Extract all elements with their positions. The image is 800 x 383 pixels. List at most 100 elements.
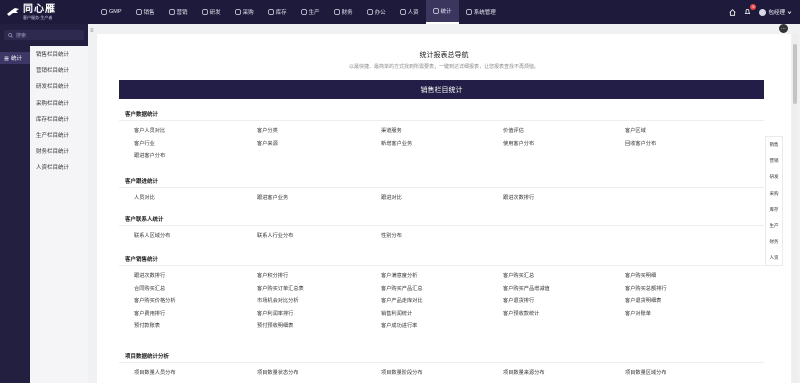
nav-item-0[interactable]: GMP <box>94 0 129 24</box>
nav-item-9[interactable]: 人资 <box>393 0 426 24</box>
report-link[interactable]: 项目数量区域分布 <box>625 369 667 376</box>
report-link[interactable]: 使用客户分布 <box>503 140 534 147</box>
report-link[interactable]: 销售利润统计 <box>381 310 412 317</box>
sidebar-item-statistics[interactable]: 统计 <box>0 52 30 64</box>
notification-badge: 9 <box>750 3 757 10</box>
report-link[interactable]: 客户购买明细 <box>625 272 656 279</box>
cart-icon <box>234 9 241 15</box>
divider <box>119 265 764 266</box>
report-link[interactable]: 客户预收款统计 <box>503 310 539 317</box>
scrollbar-thumb[interactable] <box>793 44 797 104</box>
nav-item-label: 生产 <box>308 10 320 16</box>
quicknav-item-5[interactable]: 生产 <box>766 218 782 234</box>
quicknav-item-0[interactable]: 销售 <box>766 137 782 153</box>
collapse-sidebar-icon[interactable]: ≡ <box>90 28 96 34</box>
quicknav-item-1[interactable]: 营销 <box>766 153 782 169</box>
report-link[interactable]: 客户成功进行率 <box>381 322 417 329</box>
quicknav-item-4[interactable]: 库存 <box>766 202 782 218</box>
chart-icon <box>135 9 142 15</box>
report-link[interactable]: 性别分布 <box>381 232 402 239</box>
report-link[interactable]: 客户对账单 <box>625 310 651 317</box>
sidebar-search-placeholder: 搜索 <box>16 32 27 39</box>
search-icon <box>8 32 13 38</box>
nav-item-label: 系统管理 <box>473 10 496 16</box>
report-link[interactable]: 项目数量来源分布 <box>503 369 545 376</box>
report-link[interactable]: 跟进对比 <box>381 194 402 201</box>
report-link[interactable]: 客户来源 <box>257 140 278 147</box>
quicknav-item-2[interactable]: 研发 <box>766 169 782 185</box>
report-link[interactable]: 客户行业 <box>134 140 155 147</box>
report-link[interactable]: 跟进次数排行 <box>503 194 534 201</box>
nav-item-8[interactable]: 办公 <box>360 0 393 24</box>
report-link[interactable]: 渠道服务 <box>381 127 402 134</box>
report-link[interactable]: 客户满意度分析 <box>381 272 417 279</box>
report-link[interactable]: 联系人区域分布 <box>134 232 170 239</box>
sidebar-subitem-6[interactable]: 财务栏目统计 <box>30 143 88 159</box>
app-logo[interactable]: 同心雁 客户服务·生产者 <box>0 0 88 24</box>
report-link[interactable]: 客户分类 <box>257 127 278 134</box>
nav-item-6[interactable]: 生产 <box>294 0 327 24</box>
notification-bell[interactable]: 9 <box>744 3 757 17</box>
sidebar-subitem-4[interactable]: 库存栏目统计 <box>30 111 88 127</box>
nav-item-4[interactable]: 采购 <box>228 0 261 24</box>
report-link[interactable]: 客户购买订单汇总表 <box>257 285 304 292</box>
report-link[interactable]: 跟进客户分布 <box>134 152 165 159</box>
report-link[interactable]: 联系人行业分布 <box>257 232 293 239</box>
report-link[interactable]: 客户人员对比 <box>134 127 165 134</box>
user-menu[interactable]: 包经理 <box>759 8 792 16</box>
report-link[interactable]: 项目数量人员分布 <box>134 369 176 376</box>
sidebar-subitem-1[interactable]: 营销栏目统计 <box>30 62 88 78</box>
report-link[interactable]: 预付款账表 <box>134 322 160 329</box>
report-link[interactable]: 客户购买产品汇总 <box>381 285 423 292</box>
sidebar-subitem-0[interactable]: 销售栏目统计 <box>30 46 88 62</box>
report-link[interactable]: 新增客户业务 <box>381 140 412 147</box>
report-link[interactable]: 市场机会对比分析 <box>257 297 299 304</box>
report-link[interactable]: 客户费用排行 <box>134 310 165 317</box>
report-link[interactable]: 跟进次数排行 <box>134 272 165 279</box>
sidebar-subitem-2[interactable]: 研发栏目统计 <box>30 78 88 94</box>
quicknav-item-6[interactable]: 财务 <box>766 234 782 250</box>
sidebar-subitem-7[interactable]: 人资栏目统计 <box>30 159 88 175</box>
nav-item-11[interactable]: 系统管理 <box>459 0 503 24</box>
report-link[interactable]: 客户利润率排行 <box>257 310 293 317</box>
report-link[interactable]: 人员对比 <box>134 194 155 201</box>
report-link[interactable]: 合同购买汇总 <box>134 285 165 292</box>
logo-subtitle: 客户服务·生产者 <box>23 14 53 20</box>
nav-item-10[interactable]: 统计 <box>425 0 459 24</box>
sidebar-search-input[interactable]: 搜索 <box>4 30 84 40</box>
report-link[interactable]: 客户区域 <box>625 127 646 134</box>
quick-nav: 销售 营销 研发 采购 库存 生产 财务 人资 <box>765 136 783 266</box>
report-link[interactable]: 项目数量状态分布 <box>257 369 299 376</box>
report-link[interactable]: 客户购买价格分析 <box>134 297 176 304</box>
report-link[interactable]: 项目数量阶段分布 <box>381 369 423 376</box>
money-icon <box>333 9 340 15</box>
sidebar-subitem-5[interactable]: 生产栏目统计 <box>30 127 88 143</box>
nav-item-7[interactable]: 财务 <box>327 0 360 24</box>
nav-item-5[interactable]: 库存 <box>261 0 294 24</box>
report-link[interactable]: 客户购买汇总 <box>503 272 534 279</box>
list-icon <box>4 56 9 60</box>
nav-item-3[interactable]: 研发 <box>195 0 228 24</box>
report-link[interactable]: 客户购买产品增减值 <box>503 285 550 292</box>
report-link[interactable]: 价值评估 <box>503 127 524 134</box>
more-options-button[interactable]: ⋯ <box>779 24 788 33</box>
scrollbar[interactable] <box>792 34 798 383</box>
report-link[interactable]: 客户产品走库对比 <box>381 297 423 304</box>
report-link[interactable]: 客户退货排行 <box>503 297 534 304</box>
report-link[interactable]: 回收客户分布 <box>625 140 656 147</box>
report-link[interactable]: 客户积分排行 <box>257 272 288 279</box>
folder-icon <box>366 9 373 15</box>
nav-item-2[interactable]: 营销 <box>162 0 195 24</box>
report-link[interactable]: 客户购买总额排行 <box>625 285 667 292</box>
bar-icon <box>168 9 175 15</box>
report-link[interactable]: 预付预收明细表 <box>257 322 293 329</box>
report-link[interactable]: 客户退货明细表 <box>625 297 661 304</box>
nav-item-1[interactable]: 销售 <box>129 0 162 24</box>
report-link[interactable]: 跟进客户业务 <box>257 194 288 201</box>
sidebar-subitem-3[interactable]: 采购栏目统计 <box>30 95 88 111</box>
quicknav-item-7[interactable]: 人资 <box>766 250 782 266</box>
home-icon[interactable] <box>729 8 737 16</box>
nav-item-label: 销售 <box>143 10 155 16</box>
quicknav-item-3[interactable]: 采购 <box>766 186 782 202</box>
section-title: 客户联系人统计 <box>125 217 164 223</box>
